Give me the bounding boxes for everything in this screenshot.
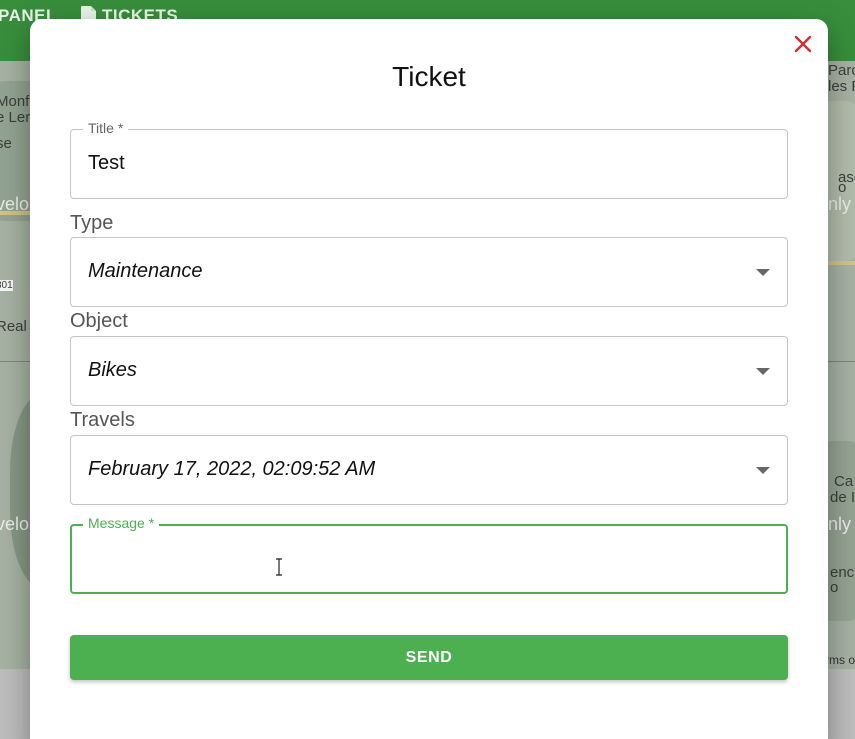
chevron-down-icon	[756, 368, 770, 375]
chevron-down-icon	[756, 269, 770, 276]
message-field[interactable]: Message *	[70, 515, 788, 594]
type-select[interactable]: Maintenance	[70, 237, 788, 307]
map-label: velo	[0, 514, 30, 534]
map-label: Ca	[834, 473, 854, 490]
send-button[interactable]: SEND	[70, 635, 788, 680]
title-field-value[interactable]: Test	[88, 152, 125, 175]
object-select-value: Bikes	[88, 359, 137, 381]
map-terms-link[interactable]: rms o	[825, 653, 855, 667]
type-select-value: Maintenance	[88, 260, 203, 282]
close-button[interactable]	[790, 31, 816, 57]
text-cursor-icon	[276, 558, 282, 576]
type-label: Type	[70, 212, 114, 234]
title-field-label: Title *	[83, 120, 129, 136]
map-label: nly	[828, 194, 852, 214]
map-label: de I	[830, 489, 855, 506]
ticket-modal: Ticket Title * Test Type Maintenance Obj…	[30, 19, 828, 739]
map-label: Parc	[828, 62, 855, 79]
object-select[interactable]: Bikes	[70, 336, 788, 406]
travels-label: Travels	[70, 409, 135, 431]
map-label: o	[830, 579, 839, 596]
map-label: nly	[828, 514, 852, 534]
close-icon	[794, 35, 812, 53]
map-label: les P	[828, 78, 855, 95]
title-field[interactable]: Title * Test	[70, 120, 788, 199]
object-label: Object	[70, 310, 128, 332]
map-label: se	[0, 135, 12, 152]
chevron-down-icon	[756, 467, 770, 474]
map-label: Real	[0, 318, 27, 335]
map-label: o	[838, 179, 847, 196]
map-label: e Ler	[0, 109, 31, 126]
modal-title: Ticket	[392, 61, 466, 92]
travels-select[interactable]: February 17, 2022, 02:09:52 AM	[70, 435, 788, 505]
map-label: 301	[0, 280, 13, 291]
map-label: velo	[0, 194, 30, 214]
message-field-label: Message *	[83, 515, 160, 531]
travels-select-value: February 17, 2022, 02:09:52 AM	[88, 458, 376, 480]
